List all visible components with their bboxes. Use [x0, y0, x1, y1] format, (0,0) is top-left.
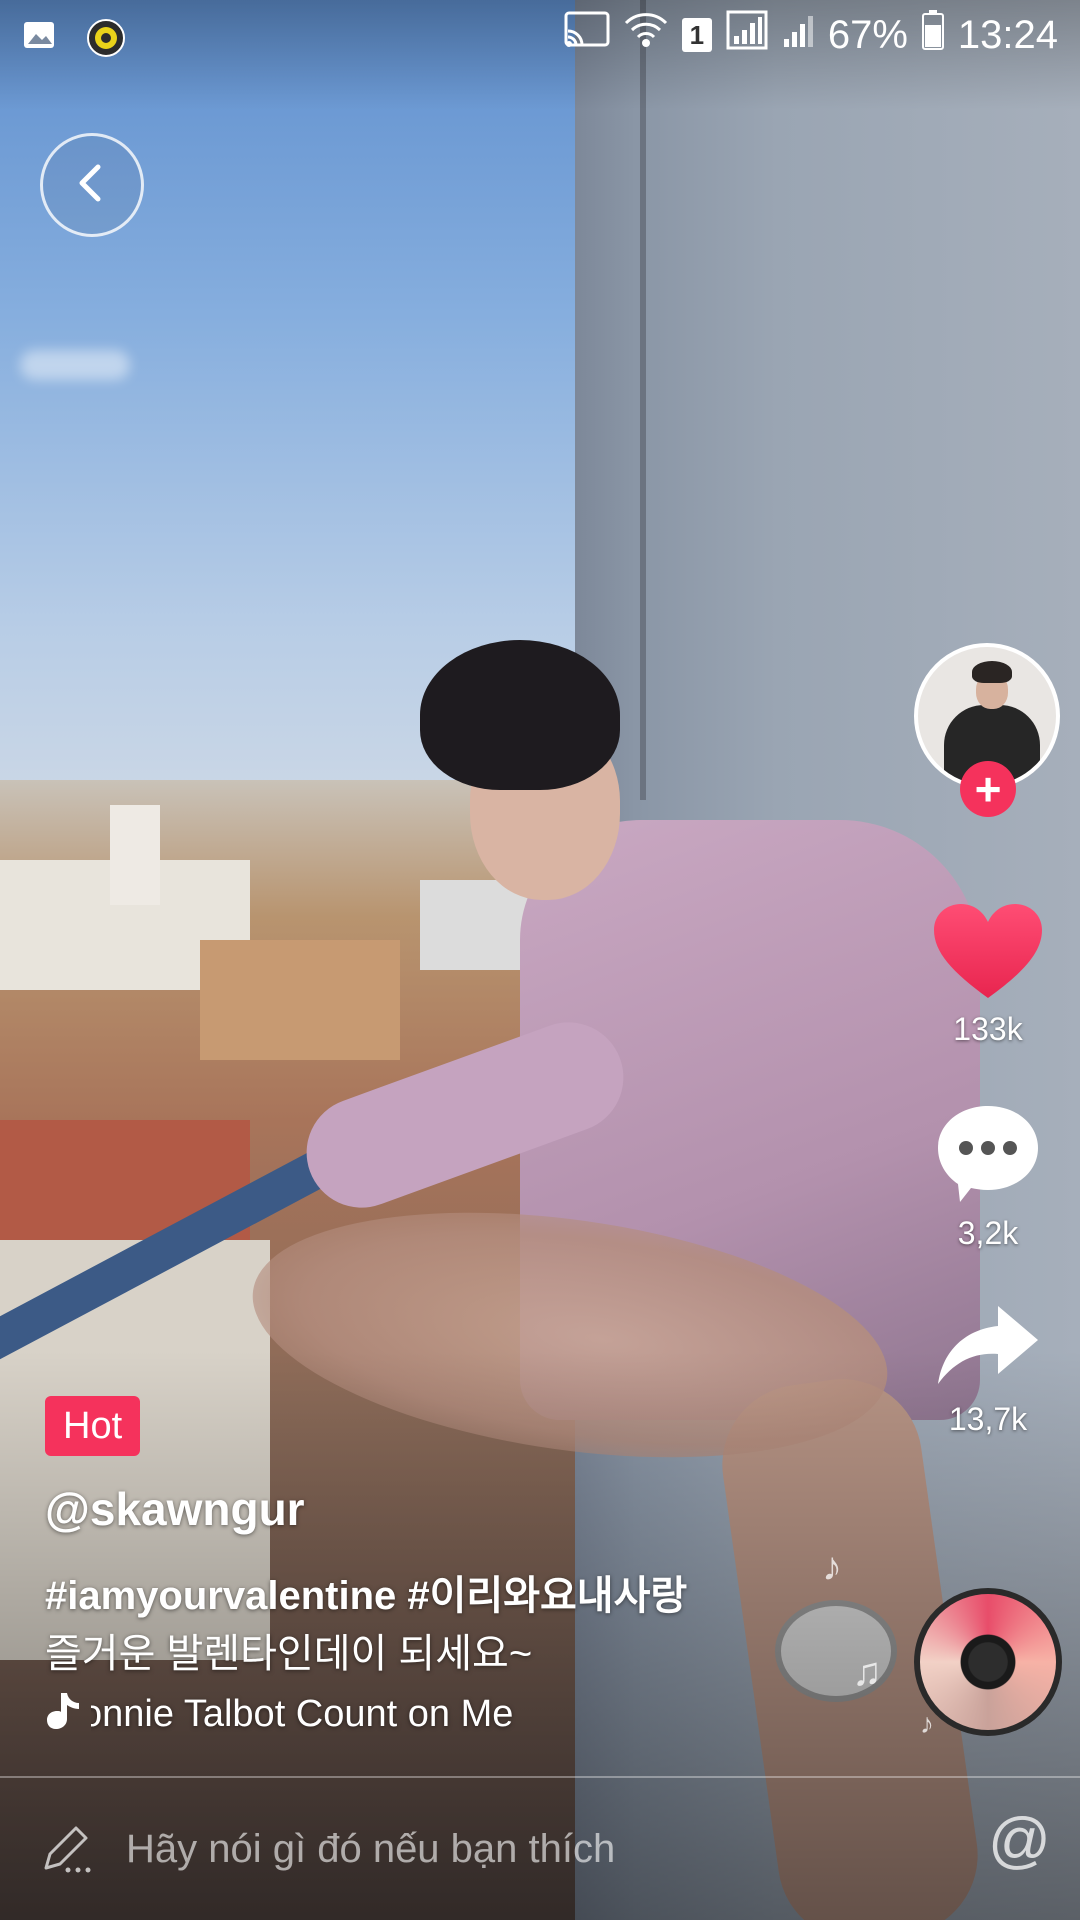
music-ticker: onnie Talbot Count on Me: [91, 1693, 631, 1736]
app-notification-icon: [86, 18, 126, 63]
floating-note-icon: ♪: [822, 1545, 842, 1589]
follow-button[interactable]: +: [960, 761, 1016, 817]
mention-icon[interactable]: @: [988, 1810, 1051, 1872]
music-row[interactable]: onnie Talbot Count on Me: [45, 1684, 631, 1744]
video-building: [200, 940, 400, 1060]
music-note-icon: [45, 1691, 85, 1738]
floating-note-icon: ♫: [852, 1650, 882, 1694]
avatar-hair: [972, 661, 1012, 683]
hot-badge: Hot: [45, 1396, 141, 1456]
status-bar: 1 67% 13:24: [0, 0, 1080, 74]
clock: 13:24: [957, 12, 1058, 57]
signal-icon-2: [782, 11, 814, 59]
plus-icon: +: [974, 763, 1002, 815]
share-arrow-icon: [934, 1306, 1042, 1396]
video-cloud: [20, 350, 130, 380]
signal-icon: [726, 10, 768, 60]
share-count: 13,7k: [948, 1401, 1028, 1437]
gallery-icon: [22, 18, 56, 63]
share-button[interactable]: 13,7k: [912, 1302, 1064, 1438]
battery-icon: [921, 10, 944, 60]
video-caption: 즐거운 발렌타인데이 되세요~: [45, 1632, 533, 1676]
music-disc[interactable]: [914, 1588, 1062, 1736]
heart-icon: [932, 904, 1044, 1006]
video-person-hair: [420, 640, 620, 790]
chevron-left-icon: [70, 161, 114, 210]
comment-count: 3,2k: [957, 1215, 1019, 1251]
cast-icon: [564, 11, 610, 59]
wifi-icon: [624, 11, 668, 59]
comment-input[interactable]: [126, 1814, 886, 1884]
like-button[interactable]: 133k: [912, 902, 1064, 1048]
battery-percent: 67%: [827, 12, 908, 57]
music-title: onnie Talbot Count on Me: [91, 1692, 514, 1735]
floating-note-icon: ♪: [920, 1708, 934, 1739]
like-count: 133k: [953, 1011, 1023, 1047]
pencil-icon: [38, 1820, 94, 1881]
creator-username[interactable]: @skawngur: [45, 1482, 305, 1536]
video-hashtags[interactable]: #iamyourvalentine #이리와요내사랑: [45, 1563, 687, 1621]
comment-bar: @: [0, 1778, 1080, 1920]
creator-avatar-container: +: [914, 643, 1060, 817]
video-wall-edge: [640, 0, 646, 800]
video-building: [110, 805, 160, 905]
comment-bubble-icon: [934, 1106, 1042, 1210]
comment-button[interactable]: 3,2k: [912, 1102, 1064, 1252]
sim-slot-badge: 1: [681, 18, 712, 52]
back-button[interactable]: [40, 133, 144, 237]
